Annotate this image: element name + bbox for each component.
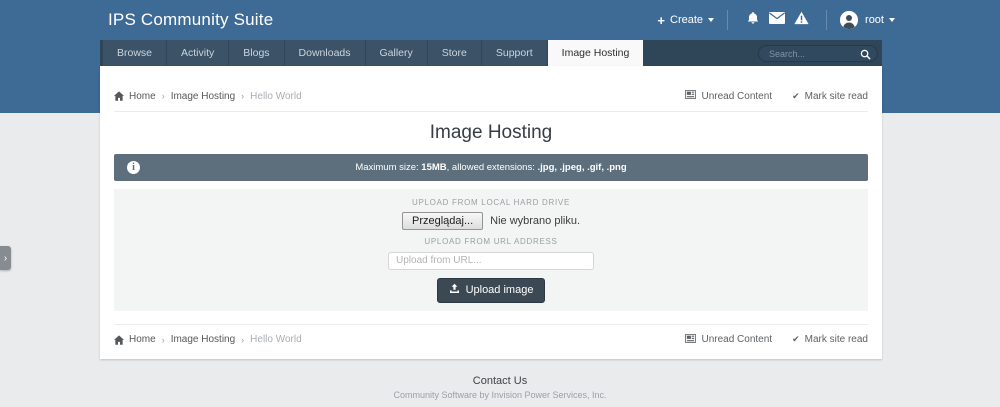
header-divider <box>826 10 827 30</box>
newspaper-icon <box>685 90 696 102</box>
header-actions: + Create root <box>657 10 895 30</box>
create-button[interactable]: + Create <box>657 13 714 28</box>
chevron-right-icon: › <box>4 253 7 264</box>
no-file-selected-text: Nie wybrano pliku. <box>490 215 580 227</box>
file-input-row: Przeglądaj... Nie wybrano pliku. <box>402 212 580 230</box>
upload-url-input[interactable] <box>388 252 594 270</box>
messages-button[interactable] <box>765 11 789 29</box>
breadcrumb-image-hosting[interactable]: Image Hosting <box>171 91 235 102</box>
breadcrumb-separator: › <box>162 335 165 345</box>
mark-site-read-link[interactable]: ✔ Mark site read <box>792 91 868 102</box>
breadcrumb-separator: › <box>241 335 244 345</box>
search-icon[interactable] <box>860 47 871 65</box>
tab-gallery[interactable]: Gallery <box>366 40 427 66</box>
warning-icon <box>794 11 809 30</box>
copyright-text: Community Software by Invision Power Ser… <box>0 390 1000 400</box>
newspaper-icon <box>685 334 696 346</box>
tab-image-hosting[interactable]: Image Hosting <box>548 40 644 66</box>
main-navigation: Browse Activity Blogs Downloads Gallery … <box>100 40 882 66</box>
page-title: Image Hosting <box>100 112 882 154</box>
mail-icon <box>769 11 785 29</box>
local-upload-label: UPLOAD FROM LOCAL HARD DRIVE <box>114 198 868 207</box>
plus-icon: + <box>657 13 665 28</box>
breadcrumb-current: Hello World <box>250 91 302 102</box>
breadcrumb-home[interactable]: Home <box>114 334 156 345</box>
tab-downloads[interactable]: Downloads <box>285 40 365 66</box>
unread-content-link[interactable]: Unread Content <box>685 90 772 102</box>
breadcrumb-image-hosting[interactable]: Image Hosting <box>171 334 235 345</box>
unread-content-label: Unread Content <box>701 91 772 102</box>
tab-activity[interactable]: Activity <box>167 40 228 66</box>
upload-limits-notice: i Maximum size: 15MB, allowed extensions… <box>114 154 868 181</box>
content-card: Home › Image Hosting › Hello World Unrea… <box>100 66 882 359</box>
tab-support[interactable]: Support <box>482 40 547 66</box>
chevron-down-icon <box>889 18 895 22</box>
upload-image-button[interactable]: Upload image <box>437 278 546 303</box>
notice-text: Maximum size: 15MB, allowed extensions: … <box>355 162 626 173</box>
unread-content-label: Unread Content <box>701 334 772 345</box>
breadcrumb: Home › Image Hosting › Hello World Unrea… <box>100 66 882 111</box>
breadcrumb-separator: › <box>162 91 165 101</box>
breadcrumb-utilities: Unread Content ✔ Mark site read <box>685 90 868 102</box>
chevron-down-icon <box>708 18 714 22</box>
mark-site-read-label: Mark site read <box>805 334 868 345</box>
create-button-label: Create <box>670 14 703 26</box>
breadcrumb-bottom: Home › Image Hosting › Hello World Unrea… <box>100 325 882 359</box>
header-divider <box>727 10 728 30</box>
contact-us-link[interactable]: Contact Us <box>473 375 527 387</box>
tab-browse[interactable]: Browse <box>103 40 166 66</box>
mark-site-read-link[interactable]: ✔ Mark site read <box>792 334 868 345</box>
url-input-row <box>114 250 868 270</box>
info-icon: i <box>127 161 140 174</box>
upload-icon <box>449 283 460 297</box>
tab-store[interactable]: Store <box>428 40 481 66</box>
home-icon <box>114 335 124 345</box>
breadcrumb-home[interactable]: Home <box>114 91 156 102</box>
user-name: root <box>865 14 884 26</box>
check-icon: ✔ <box>792 91 800 102</box>
home-icon <box>114 91 124 101</box>
breadcrumb-current: Hello World <box>250 334 302 345</box>
avatar <box>840 11 858 29</box>
moderation-button[interactable] <box>789 11 813 30</box>
tab-blogs[interactable]: Blogs <box>229 40 283 66</box>
browse-file-button[interactable]: Przeglądaj... <box>402 212 483 230</box>
upload-form-panel: UPLOAD FROM LOCAL HARD DRIVE Przeglądaj.… <box>114 189 868 311</box>
page-footer: Contact Us Community Software by Invisio… <box>0 359 1000 400</box>
bell-icon <box>746 11 760 30</box>
notifications-button[interactable] <box>741 11 765 30</box>
site-title: IPS Community Suite <box>108 10 273 30</box>
mark-site-read-label: Mark site read <box>805 91 868 102</box>
search-container <box>758 44 878 63</box>
check-icon: ✔ <box>792 334 800 345</box>
user-menu[interactable]: root <box>840 11 895 29</box>
top-header: IPS Community Suite + Create <box>0 0 1000 40</box>
sidebar-expand-handle[interactable]: › <box>0 246 11 270</box>
breadcrumb-separator: › <box>241 91 244 101</box>
upload-image-button-label: Upload image <box>466 284 534 296</box>
url-upload-label: UPLOAD FROM URL ADDRESS <box>114 237 868 246</box>
unread-content-link[interactable]: Unread Content <box>685 334 772 346</box>
breadcrumb-utilities: Unread Content ✔ Mark site read <box>685 334 868 346</box>
